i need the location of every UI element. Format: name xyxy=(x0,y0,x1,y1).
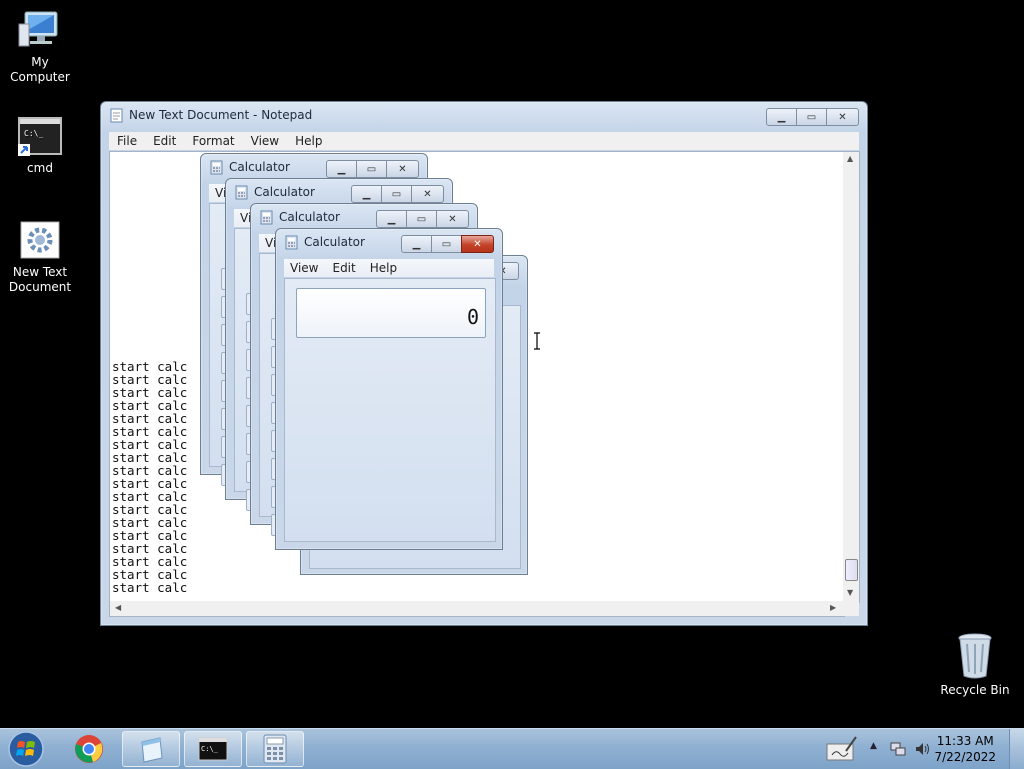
show-hidden-icons-icon[interactable]: ▲ xyxy=(870,741,877,751)
calculator-window-active[interactable]: Calculator ▁ ▭ ✕ View Edit Help 0 xyxy=(275,228,503,550)
menu-help[interactable]: Help xyxy=(287,132,330,150)
maximize-button[interactable]: ▭ xyxy=(381,185,412,203)
show-desktop-button[interactable] xyxy=(1009,729,1024,769)
network-icon[interactable] xyxy=(890,741,906,757)
minimize-button[interactable]: ▁ xyxy=(376,210,407,228)
display-value: 0 xyxy=(466,305,479,329)
minimize-button[interactable]: ▁ xyxy=(326,160,357,178)
scroll-left-icon[interactable]: ◀ xyxy=(115,603,121,612)
taskbar-cmd[interactable]: C:\_ xyxy=(184,731,242,767)
calculator-icon xyxy=(263,734,287,764)
menu-bar: File Edit Format View Help xyxy=(109,132,859,150)
calculator-icon xyxy=(260,210,273,225)
minimize-button[interactable]: ▁ xyxy=(401,235,432,253)
computer-icon xyxy=(18,11,58,47)
system-clock[interactable]: 11:33 AM 7/22/2022 xyxy=(934,733,996,765)
notepad-icon xyxy=(110,108,123,123)
window-title: Calculator xyxy=(254,185,315,199)
maximize-button[interactable]: ▭ xyxy=(406,210,437,228)
desktop-icon-my-computer[interactable]: My Computer xyxy=(0,10,80,85)
menu-bar: View Edit Help xyxy=(284,259,494,277)
recycle-bin-icon xyxy=(958,633,992,679)
text-content: start calc start calc start calc start calc… xyxy=(112,360,187,594)
text-line: start calc xyxy=(112,580,188,595)
maximize-button[interactable]: ▭ xyxy=(796,108,827,126)
calculator-display: 0 xyxy=(296,288,486,338)
window-title: New Text Document - Notepad xyxy=(129,108,313,122)
taskbar-notepad[interactable] xyxy=(122,731,180,767)
calculator-body: 0 xyxy=(284,278,496,542)
menu-view[interactable]: View xyxy=(243,132,287,150)
cmd-icon: C:\_ xyxy=(198,737,228,761)
svg-text:C:\_: C:\_ xyxy=(24,129,43,138)
close-button[interactable]: ✕ xyxy=(411,185,444,203)
close-button[interactable]: ✕ xyxy=(461,235,494,253)
close-button[interactable]: ✕ xyxy=(386,160,419,178)
taskbar: C:\_ ▲ 11:33 AM 7/22/2022 xyxy=(0,728,1024,769)
menu-edit[interactable]: Edit xyxy=(326,259,363,277)
chrome-icon xyxy=(75,735,103,763)
svg-text:C:\_: C:\_ xyxy=(201,745,219,753)
cmd-shortcut-icon: C:\_ xyxy=(18,117,62,156)
calculator-icon xyxy=(235,185,248,200)
scroll-thumb[interactable] xyxy=(845,559,858,581)
vertical-scrollbar[interactable]: ▲ ▼ xyxy=(843,151,860,603)
menu-edit[interactable]: Edit xyxy=(145,132,184,150)
taskbar-calculator[interactable] xyxy=(246,731,304,767)
start-button[interactable] xyxy=(6,730,46,768)
window-title: Calculator xyxy=(304,235,365,249)
desktop-icon-label: cmd xyxy=(27,161,53,175)
desktop-icon-label: Recycle Bin xyxy=(940,683,1010,697)
window-title: Calculator xyxy=(279,210,340,224)
calculator-icon xyxy=(210,160,223,175)
notepad-icon xyxy=(141,737,163,763)
minimize-button[interactable]: ▁ xyxy=(351,185,382,203)
calculator-icon xyxy=(285,235,298,250)
desktop-icon-label: New Text Document xyxy=(8,265,72,294)
minimize-button[interactable]: ▁ xyxy=(766,108,797,126)
clock-time: 11:33 AM xyxy=(936,734,994,748)
volume-icon[interactable] xyxy=(914,741,932,757)
scroll-up-icon[interactable]: ▲ xyxy=(847,154,853,163)
taskbar-chrome[interactable] xyxy=(60,731,118,767)
menu-format[interactable]: Format xyxy=(184,132,242,150)
menu-help[interactable]: Help xyxy=(364,259,405,277)
input-panel-icon[interactable] xyxy=(826,735,858,761)
maximize-button[interactable]: ▭ xyxy=(356,160,387,178)
desktop-icon-cmd[interactable]: C:\_ cmd xyxy=(0,116,80,176)
close-button[interactable]: ✕ xyxy=(826,108,859,126)
horizontal-scrollbar[interactable]: ◀ ▶ xyxy=(109,601,845,617)
desktop-icon-new-text-document[interactable]: New Text Document xyxy=(0,220,80,295)
scroll-right-icon[interactable]: ▶ xyxy=(830,603,836,612)
desktop-icon-recycle-bin[interactable]: Recycle Bin xyxy=(935,632,1015,698)
menu-view[interactable]: View xyxy=(284,259,326,277)
scrollbar-corner xyxy=(843,601,859,616)
desktop-icon-label: My Computer xyxy=(10,55,70,84)
text-cursor-icon xyxy=(534,332,540,350)
settings-document-icon xyxy=(20,221,60,259)
window-title: Calculator xyxy=(229,160,290,174)
close-button[interactable]: ✕ xyxy=(436,210,469,228)
menu-file[interactable]: File xyxy=(109,132,145,150)
maximize-button[interactable]: ▭ xyxy=(431,235,462,253)
clock-date: 7/22/2022 xyxy=(934,750,996,764)
scroll-down-icon[interactable]: ▼ xyxy=(847,588,853,597)
